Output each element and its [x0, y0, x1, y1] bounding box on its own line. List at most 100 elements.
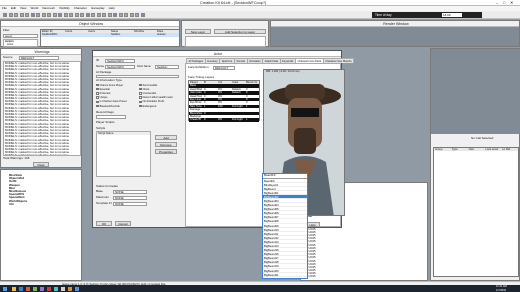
- object-window-title: Object Window: [78, 22, 104, 26]
- toolbar-tool-icon[interactable]: [58, 12, 62, 17]
- flag-checkbox[interactable]: [139, 87, 142, 91]
- toolbar-tool-icon[interactable]: [102, 12, 106, 17]
- actor-flags: Chance Force Player Summonable Essential Gh…: [96, 83, 182, 109]
- layer-panel: New Layer Add Selection to Layer: [181, 20, 269, 47]
- toolbar-tool-icon[interactable]: [69, 12, 73, 17]
- table-row[interactable]: SeddonWFC Seddon Human: [41, 33, 179, 37]
- short-name-label: Short Name: [137, 65, 151, 68]
- head-part-select[interactable]: BeardFF: [263, 174, 307, 179]
- status-base-field[interactable]: NONE: [113, 190, 147, 194]
- toolbar-tool-icon[interactable]: [3, 12, 7, 17]
- id-label: ID: [96, 58, 99, 62]
- new-layer-button[interactable]: New Layer: [185, 29, 211, 34]
- add-selection-button[interactable]: Add Selection to Layer: [214, 29, 266, 34]
- tree-item-actor[interactable]: Actor: [4, 43, 37, 46]
- face-exhibition-select[interactable]: DEFAULT: [213, 66, 235, 70]
- taskbar-app-icon[interactable]: [26, 286, 30, 291]
- flag-option[interactable]: Endangered: [139, 104, 156, 108]
- taskbar-app-icon[interactable]: [33, 286, 37, 291]
- actor-dialog-title: Actor: [213, 52, 223, 56]
- taskbar-app-icon[interactable]: [61, 286, 65, 291]
- toolbar-tool-icon[interactable]: [74, 12, 79, 17]
- flag-checkbox[interactable]: [139, 96, 142, 99]
- flag-checkbox[interactable]: [139, 92, 142, 95]
- table-cell: Cheek Bl: [190, 118, 201, 122]
- toolbar-tool-icon[interactable]: [52, 12, 57, 17]
- filter-input[interactable]: seed: [3, 34, 38, 38]
- toolbar-tool-icon[interactable]: [118, 12, 123, 17]
- script-name-header[interactable]: Script Name: [97, 132, 150, 136]
- status-max-field[interactable]: NONE: [113, 196, 147, 200]
- remove-script-button[interactable]: Remove: [155, 142, 177, 147]
- flag-checkbox[interactable]: [139, 104, 142, 108]
- taskbar-app-icon[interactable]: [68, 286, 72, 291]
- taskbar-app-icon[interactable]: [75, 286, 79, 291]
- tree-item[interactable]: Util: [3, 203, 81, 206]
- toolbar-tool-icon[interactable]: [41, 12, 46, 17]
- status-template-field[interactable]: NONE: [113, 202, 147, 206]
- table-cell: 0%: [218, 118, 222, 122]
- list-item[interactable]: SW-2015: [301, 275, 427, 278]
- scripts-list: Script Name: [96, 131, 151, 177]
- taskbar-app-icon[interactable]: [12, 286, 16, 291]
- taskbar: 11:41 AM 1/7/2016: [0, 285, 520, 292]
- flag-checkbox[interactable]: [139, 100, 142, 104]
- toolbar-tool-icon[interactable]: [14, 12, 18, 17]
- flag-label: No Activation Prefix: [142, 100, 165, 104]
- taskbar-app-icon[interactable]: [40, 286, 44, 291]
- clear-button[interactable]: Clear: [33, 162, 49, 167]
- face-exhibition-label: Face Exhibition: [188, 65, 209, 69]
- tint-layers-grid: Parent B Col Color Blend Op Base Head Bod 0 0% De…: [188, 80, 260, 122]
- toolbar-tool-icon[interactable]: [124, 12, 128, 17]
- toolbar-tool-icon[interactable]: [80, 12, 84, 17]
- flag-checkbox[interactable]: [96, 87, 99, 91]
- flag-checkbox[interactable]: [96, 83, 99, 87]
- warnings-source-select[interactable]: DEFAULT: [19, 56, 59, 60]
- short-name-field[interactable]: Seddon: [155, 65, 179, 69]
- toolbar-tool-icon[interactable]: [96, 12, 101, 17]
- toolbar-tool-icon[interactable]: [8, 12, 13, 17]
- toolbar-tool-icon[interactable]: [63, 12, 68, 17]
- record-flags-field[interactable]: [96, 115, 126, 119]
- name-label: Name: [96, 64, 105, 68]
- name-field[interactable]: SeddonWFC: [105, 65, 135, 69]
- object-list: Editor ID Count Users Name ShortNa Race Seddo…: [40, 29, 180, 47]
- flag-option[interactable]: Bleedout/Override: [96, 104, 120, 108]
- taskbar-app-icon[interactable]: [47, 286, 51, 291]
- toolbar-tool-icon[interactable]: [91, 12, 95, 17]
- flag-label: Essential: [99, 87, 110, 91]
- dropdown-option[interactable]: BigBeard22: [263, 277, 307, 278]
- toolbar-tool-icon[interactable]: [113, 12, 117, 17]
- flag-checkbox[interactable]: [96, 92, 99, 95]
- flag-label: Unique: [99, 96, 108, 100]
- taskbar-app-icon[interactable]: [19, 286, 23, 291]
- toolbar-tool-icon[interactable]: [129, 12, 134, 17]
- id-field[interactable]: SeddonWFC: [105, 59, 135, 63]
- toolbar-tool-icon[interactable]: [19, 12, 24, 17]
- toolbar-tool-icon[interactable]: [107, 12, 112, 17]
- toolbar-tool-icon[interactable]: [140, 12, 145, 17]
- time-of-day-field[interactable]: 14.00: [442, 13, 462, 17]
- start-icon[interactable]: [3, 286, 7, 291]
- toolbar-tool-icon[interactable]: [135, 12, 139, 17]
- flag-checkbox[interactable]: [139, 83, 142, 87]
- add-script-button[interactable]: Add: [155, 135, 177, 140]
- toolbar-tool-icon[interactable]: [47, 12, 51, 17]
- flag-checkbox[interactable]: [96, 100, 99, 104]
- table-row[interactable]: Cheek Bl 0 0% Full Light 1: [189, 118, 259, 122]
- clock-date[interactable]: 1/7/2016: [496, 289, 506, 292]
- head-part-dropdown: BeardFF BeardFF BlindEye01 BigBeard BigBear…: [262, 173, 308, 279]
- taskbar-app-icon[interactable]: [54, 286, 58, 291]
- cancel-button[interactable]: Cancel: [115, 221, 131, 226]
- ok-button[interactable]: OK: [96, 221, 112, 226]
- flag-checkbox[interactable]: [96, 104, 99, 108]
- toolbar-tool-icon[interactable]: [36, 12, 40, 17]
- flag-label: Is CharGen Face Preset: [99, 100, 127, 104]
- toolbar-tool-icon[interactable]: [25, 12, 29, 17]
- flag-checkbox[interactable]: [96, 96, 99, 99]
- toolbar-tool-icon[interactable]: [85, 12, 90, 17]
- warnings-total: Total Warnings: 166: [3, 156, 30, 160]
- properties-button[interactable]: Properties: [155, 149, 177, 154]
- toolbar-tool-icon[interactable]: [30, 12, 35, 17]
- object-window: Object Window Filter seed Actors Actor E…: [0, 20, 180, 47]
